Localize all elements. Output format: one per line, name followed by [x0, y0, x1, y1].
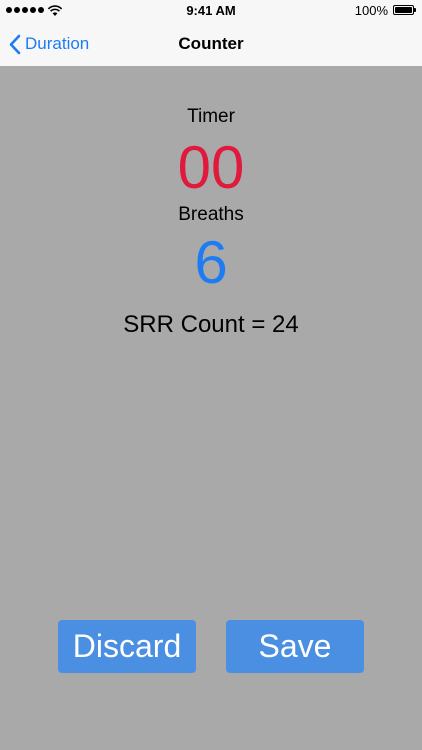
timer-value: 00	[177, 134, 245, 201]
battery-percent: 100%	[354, 3, 388, 18]
save-button[interactable]: Save	[226, 620, 364, 673]
navigation-bar: Duration Counter	[0, 22, 422, 66]
srr-count: SRR Count = 24	[123, 311, 299, 338]
breaths-value: 6	[194, 229, 228, 296]
timer-label: Timer	[187, 106, 235, 127]
battery-icon	[393, 5, 416, 15]
discard-button[interactable]: Discard	[58, 620, 196, 673]
status-bar: 9:41 AM 100%	[0, 0, 422, 22]
breaths-label: Breaths	[178, 204, 244, 225]
page-title: Counter	[178, 34, 244, 53]
